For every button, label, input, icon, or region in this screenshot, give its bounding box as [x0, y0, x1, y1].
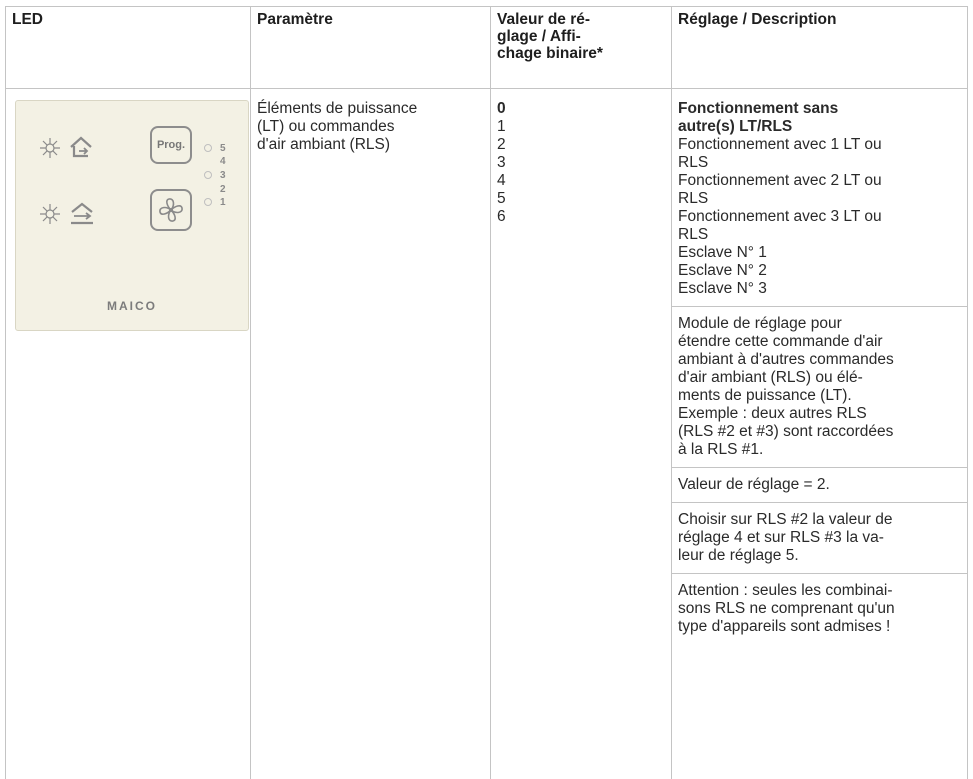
- led-number: 4: [220, 156, 226, 167]
- description-line: à la RLS #1.: [678, 441, 764, 458]
- description-line: sons RLS ne comprenant qu'un: [678, 600, 895, 617]
- led-number: 5: [220, 143, 226, 154]
- col-divider-3: [671, 6, 672, 779]
- description-line: Esclave N° 1: [678, 244, 767, 261]
- header-reglage: Réglage / Description: [678, 11, 837, 28]
- fan-icon: [159, 198, 183, 222]
- parametre-line: d'air ambiant (RLS): [257, 136, 391, 153]
- house-exhaust-icon: [70, 136, 92, 158]
- value-item: 1: [497, 118, 506, 135]
- sun-icon: [40, 204, 60, 224]
- value-item: 6: [497, 208, 506, 225]
- header-parametre: Paramètre: [257, 11, 333, 28]
- description-line: Fonctionnement avec 1 LT ou: [678, 136, 882, 153]
- value-item: 0: [497, 100, 506, 117]
- control-panel-image: Prog. 5 4 3 2 1 MAICO: [15, 100, 249, 331]
- description-line: Esclave N° 3: [678, 280, 767, 297]
- header-valeur: Valeur de ré- glage / Affi- chage binair…: [497, 11, 603, 62]
- description-line: Attention : seules les combinai-: [678, 582, 893, 599]
- value-item: 4: [497, 172, 506, 189]
- col-divider-2: [490, 6, 491, 779]
- description-line: (RLS #2 et #3) sont raccordées: [678, 423, 894, 440]
- description-line: Exemple : deux autres RLS: [678, 405, 867, 422]
- header-valeur-line: chage binaire*: [497, 45, 603, 62]
- description-line: Esclave N° 2: [678, 262, 767, 279]
- description-line: RLS: [678, 154, 709, 171]
- brand-logo: MAICO: [107, 299, 157, 313]
- parametre-line: Éléments de puissance: [257, 100, 418, 117]
- table-border-header-bottom: [5, 88, 967, 89]
- description-divider: [671, 467, 968, 468]
- description-line: ments de puissance (LT).: [678, 387, 852, 404]
- description-line: RLS: [678, 226, 709, 243]
- fan-button: [150, 189, 192, 231]
- value-item: 2: [497, 136, 506, 153]
- description-line: Fonctionnement avec 3 LT ou: [678, 208, 882, 225]
- description-line: leur de réglage 5.: [678, 547, 799, 564]
- led-indicator: [204, 198, 212, 206]
- description-line: Choisir sur RLS #2 la valeur de: [678, 511, 893, 528]
- col-divider-1: [250, 6, 251, 779]
- description-line: RLS: [678, 190, 709, 207]
- header-led: LED: [12, 11, 43, 28]
- prog-button: Prog.: [150, 126, 192, 164]
- description-line: réglage 4 et sur RLS #3 la va-: [678, 529, 884, 546]
- led-indicator: [204, 171, 212, 179]
- parametre-line: (LT) ou commandes: [257, 118, 395, 135]
- description-line: type d'appareils sont admises !: [678, 618, 891, 635]
- led-indicator: [204, 144, 212, 152]
- description-line: Valeur de réglage = 2.: [678, 476, 830, 493]
- house-supply-icon: [71, 202, 93, 225]
- description-line: Fonctionnement sans: [678, 100, 839, 117]
- description-line: étendre cette commande d'air: [678, 333, 883, 350]
- description-line: Module de réglage pour: [678, 315, 842, 332]
- description-line: autre(s) LT/RLS: [678, 118, 793, 135]
- description-line: d'air ambiant (RLS) ou élé-: [678, 369, 863, 386]
- description-divider: [671, 502, 968, 503]
- description-line: Fonctionnement avec 2 LT ou: [678, 172, 882, 189]
- led-number: 2: [220, 184, 226, 195]
- value-item: 5: [497, 190, 506, 207]
- col-divider-0: [5, 6, 6, 779]
- led-number: 3: [220, 170, 226, 181]
- description-divider: [671, 573, 968, 574]
- description-line: ambiant à d'autres commandes: [678, 351, 894, 368]
- table-border-top: [5, 6, 967, 7]
- values-cell: 0 1 2 3 4 5 6: [497, 100, 506, 226]
- sun-icon: [40, 138, 60, 158]
- led-number: 1: [220, 197, 226, 208]
- description-cell: Fonctionnement sans autre(s) LT/RLS Fonc…: [671, 100, 968, 636]
- header-valeur-line: glage / Affi-: [497, 28, 581, 45]
- description-divider: [671, 306, 968, 307]
- header-valeur-line: Valeur de ré-: [497, 11, 591, 28]
- parametre-cell: Éléments de puissance (LT) ou commandes …: [257, 100, 417, 154]
- value-item: 3: [497, 154, 506, 171]
